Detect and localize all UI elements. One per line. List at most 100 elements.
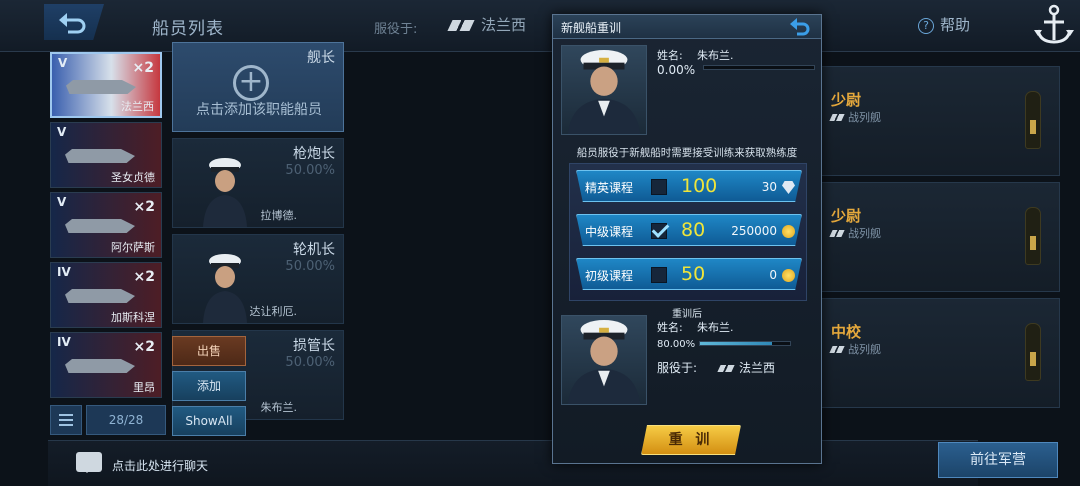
ship-list: V ×2 法兰西 V 圣女贞德 V ×2 阿尔萨斯 IV ×2 加斯科涅 IV … <box>48 50 166 402</box>
crew-portrait-after <box>561 315 647 405</box>
nation-flag-icon <box>447 20 475 31</box>
slot-role: 枪炮长 <box>293 146 335 162</box>
crew-name: 朱布兰. <box>697 49 734 62</box>
course-name: 精英课程 <box>585 181 634 195</box>
course-name: 中级课程 <box>585 225 634 239</box>
show-all-button[interactable]: ShowAll <box>172 406 246 436</box>
rank-ship-type: 战列舰 <box>829 225 881 241</box>
rank-title: 少尉 <box>831 207 862 225</box>
course-basic[interactable]: 初级课程 50 0 <box>576 258 802 290</box>
help-icon: ? <box>918 17 934 34</box>
ship-tier: V <box>57 125 67 139</box>
sell-button[interactable]: 出售 <box>172 336 246 366</box>
nation-flag-icon <box>829 346 845 353</box>
ship-silhouette <box>65 359 135 373</box>
ship-counter: 28/28 <box>86 405 166 435</box>
shoulder-board-icon <box>1025 207 1041 265</box>
course-cost: 250000 <box>731 224 777 238</box>
slot-percent: 50.00% <box>285 259 335 274</box>
nation-flag-icon <box>829 230 845 237</box>
dialog-header: 新舰船重训 <box>553 15 821 39</box>
captain-slot[interactable]: 舰长 + 点击添加该职能船员 <box>172 42 344 132</box>
name-label: 姓名: <box>657 49 683 62</box>
course-checkbox[interactable] <box>651 223 667 239</box>
anchor-icon <box>1034 4 1074 44</box>
crew-name: 朱布兰. <box>697 321 734 334</box>
ship-card[interactable]: V ×2 法兰西 <box>50 52 162 118</box>
ship-name: 加斯科涅 <box>111 311 155 324</box>
name-label: 姓名: <box>657 321 683 334</box>
return-arrow-icon <box>790 18 810 36</box>
ship-multiplier: ×2 <box>133 269 155 285</box>
slot-role: 舰长 <box>307 50 335 66</box>
dialog-title: 新舰船重训 <box>561 21 622 35</box>
crew-slot[interactable]: 轮机长 50.00% 达让利厄. <box>172 234 344 324</box>
coin-icon <box>782 225 795 238</box>
ship-name: 阿尔萨斯 <box>111 241 155 254</box>
retrain-button[interactable]: 重 训 <box>641 425 741 455</box>
ship-tier: V <box>57 195 67 209</box>
rank-ship-type: 战列舰 <box>829 341 881 357</box>
course-name: 初级课程 <box>585 269 634 283</box>
rank-title: 中校 <box>831 323 862 341</box>
crew-name: 拉博德. <box>260 209 298 222</box>
course-elite[interactable]: 精英课程 100 30 <box>576 170 802 202</box>
current-proficiency: 0.00% <box>657 63 696 77</box>
slot-percent: 50.00% <box>285 163 335 178</box>
crew-portrait <box>203 158 247 227</box>
retrain-dialog: 新舰船重训 姓名: 朱布兰. 0.00% 船员服役于新舰船时需要接受训练来获取熟… <box>552 14 822 464</box>
ship-type-label: 战列舰 <box>848 111 881 124</box>
course-checkbox[interactable] <box>651 267 667 283</box>
coin-icon <box>782 269 795 282</box>
help-button[interactable]: ? 帮助 <box>918 14 970 35</box>
course-intermediate[interactable]: 中级课程 80 250000 <box>576 214 802 246</box>
anchor-home-button[interactable] <box>1028 0 1080 50</box>
ship-silhouette <box>66 80 136 94</box>
add-crew-hint: 点击添加该职能船员 <box>196 102 322 118</box>
ship-multiplier: ×2 <box>133 199 155 215</box>
ship-multiplier: ×2 <box>133 339 155 355</box>
ship-silhouette <box>65 219 135 233</box>
after-nation-label: 法兰西 <box>739 361 776 375</box>
retrain-notice: 船员服役于新舰船时需要接受训练来获取熟练度 <box>576 147 798 159</box>
go-to-barracks-button[interactable]: 前往军营 <box>938 442 1058 478</box>
shoulder-board-icon <box>1025 91 1041 149</box>
slot-role: 损管长 <box>293 338 335 354</box>
nation-label: 法兰西 <box>481 16 527 34</box>
after-service-label: 服役于: <box>657 361 698 375</box>
nation-flag-icon <box>717 365 735 372</box>
add-icon: + <box>233 65 269 101</box>
slot-percent: 50.00% <box>285 355 335 370</box>
course-checkbox[interactable] <box>651 179 667 195</box>
course-exp: 50 <box>681 263 706 285</box>
ship-tier: IV <box>57 335 71 349</box>
ship-tier: IV <box>57 265 71 279</box>
ship-tier: V <box>58 56 68 70</box>
current-progress-bar <box>703 65 815 70</box>
back-arrow-icon <box>59 13 86 34</box>
dialog-back-button[interactable] <box>789 16 813 38</box>
add-button[interactable]: 添加 <box>172 371 246 401</box>
ship-card[interactable]: V 圣女贞德 <box>50 122 162 188</box>
after-proficiency: 80.00% <box>657 339 696 350</box>
ship-type-label: 战列舰 <box>848 343 881 356</box>
ship-name: 圣女贞德 <box>111 171 155 184</box>
crew-slot[interactable]: 枪炮长 50.00% 拉博德. <box>172 138 344 228</box>
ship-silhouette <box>65 149 135 163</box>
page-title: 船员列表 <box>152 19 224 39</box>
crew-portrait-current <box>561 45 647 135</box>
nation-filter[interactable]: 法兰西 <box>447 14 527 35</box>
crew-portrait <box>203 254 247 323</box>
list-view-button[interactable] <box>50 405 82 435</box>
course-cost: 0 <box>769 268 777 282</box>
ship-card[interactable]: IV ×2 加斯科涅 <box>50 262 162 328</box>
slot-role: 轮机长 <box>293 242 335 258</box>
ship-name: 法兰西 <box>121 100 154 113</box>
service-label: 服役于: <box>374 22 418 37</box>
after-progress-fill <box>700 342 772 345</box>
rank-title: 少尉 <box>831 91 862 109</box>
ship-card[interactable]: IV ×2 里昂 <box>50 332 162 398</box>
diamond-icon <box>782 181 795 194</box>
shoulder-board-icon <box>1025 323 1041 381</box>
ship-card[interactable]: V ×2 阿尔萨斯 <box>50 192 162 258</box>
